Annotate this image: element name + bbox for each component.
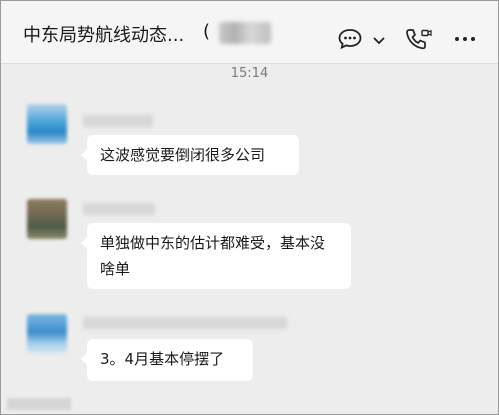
video-call-icon[interactable] [404,27,432,51]
chat-header: 中东局势航线动态... ( [1,1,498,64]
message-bubble[interactable]: 单独做中东的估计都难受，基本没啥单 [81,223,351,289]
message-text: 3。4月基本停摆了 [100,350,225,368]
blurred-member-count [219,22,271,44]
sender-name-blurred [83,317,287,329]
sender-name-blurred [83,115,153,127]
avatar[interactable] [27,314,67,354]
message-text: 单独做中东的估计都难受，基本没啥单 [100,234,326,278]
more-icon[interactable] [452,27,478,51]
watermark [7,398,71,410]
message-text: 这波感觉要倒闭很多公司 [100,146,266,164]
chat-window: 中东局势航线动态... (15:14 这波感觉要倒闭很多公司 单独做中东的估计… [0,0,499,415]
chat-title[interactable]: 中东局势航线动态... [23,21,184,47]
avatar[interactable] [27,199,67,239]
message-timestamp: 15:14 [230,66,269,81]
chat-title-suffix: ( [203,21,211,42]
chat-bubble-icon[interactable] [338,27,366,51]
chevron-down-icon[interactable] [371,27,387,51]
message-bubble[interactable]: 这波感觉要倒闭很多公司 [81,135,299,175]
message-bubble[interactable]: 3。4月基本停摆了 [81,339,253,381]
avatar[interactable] [27,104,67,144]
sender-name-blurred [83,203,155,215]
